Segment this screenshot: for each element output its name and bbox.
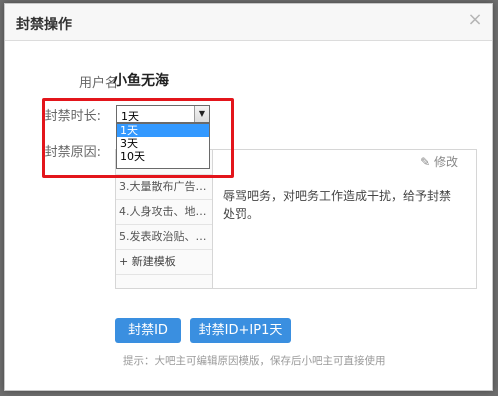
template-item[interactable]: 3.大量散布广告…	[116, 175, 212, 200]
ban-dialog: 封禁操作 × 用户名 小鱼无海 封禁时长: 1天 ▼ 1天 3天 10天 封禁原…	[4, 3, 493, 391]
reason-text: 辱骂吧务，对吧务工作造成干扰，给予封禁处罚。	[223, 189, 452, 221]
dialog-title: 封禁操作	[16, 17, 72, 33]
ban-id-ip-button[interactable]: 封禁ID+IP1天	[190, 318, 291, 343]
edit-reason-button[interactable]: ✎ 修改	[420, 153, 458, 170]
dialog-titlebar: 封禁操作 ×	[5, 4, 492, 41]
add-template-button[interactable]: + 新建模板	[116, 250, 212, 275]
username-value: 小鱼无海	[113, 73, 169, 89]
annotation-highlight-box	[42, 98, 234, 178]
template-item[interactable]: 5.发表政治贴、…	[116, 225, 212, 250]
ban-id-button[interactable]: 封禁ID	[115, 318, 181, 343]
close-icon[interactable]: ×	[466, 11, 484, 29]
tip-text: 提示：大吧主可编辑原因模版，保存后小吧主可直接使用	[123, 355, 386, 367]
username-label: 用户名	[78, 76, 118, 91]
template-item[interactable]: 4.人身攻击、地…	[116, 200, 212, 225]
